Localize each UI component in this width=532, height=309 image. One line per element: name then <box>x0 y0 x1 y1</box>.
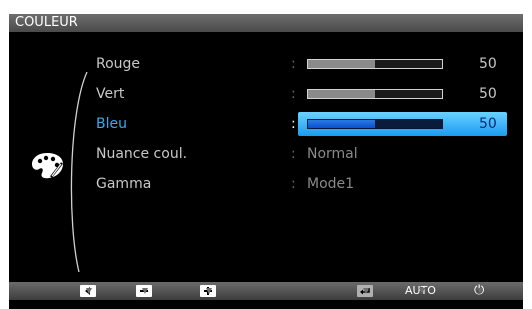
separator-colon: : <box>291 86 296 102</box>
menu-item-vert[interactable]: Vert : 50 <box>9 80 523 108</box>
menu-item-bleu[interactable]: Bleu : 50 <box>9 110 523 138</box>
slider-fill <box>308 90 375 98</box>
menu-item-label: Vert <box>96 86 125 102</box>
rouge-value: 50 <box>479 56 497 72</box>
separator-colon: : <box>291 146 296 162</box>
gamma-value: Mode1 <box>307 176 355 192</box>
vert-value: 50 <box>479 86 497 102</box>
menu-item-rouge[interactable]: Rouge : 50 <box>9 50 523 78</box>
menu-item-label: Nuance coul. <box>96 146 188 162</box>
menu-item-label: Bleu <box>96 116 127 132</box>
bleu-slider[interactable] <box>307 119 443 129</box>
button-indicator-tick <box>206 288 212 294</box>
osd-menu: COULEUR Rouge : 50 Vert : 50 Bleu : 50 N… <box>9 14 523 309</box>
button-indicator-tick <box>477 288 483 294</box>
slider-fill <box>308 120 375 128</box>
vert-slider[interactable] <box>307 89 443 99</box>
separator-colon: : <box>291 56 296 72</box>
slider-fill <box>308 60 375 68</box>
button-indicator-tick <box>142 288 148 294</box>
menu-item-label: Rouge <box>96 56 141 72</box>
button-indicator-tick <box>363 288 369 294</box>
bleu-value: 50 <box>479 116 497 132</box>
separator-colon: : <box>291 116 296 132</box>
rouge-slider[interactable] <box>307 59 443 69</box>
menu-title: COULEUR <box>9 14 523 32</box>
button-indicator-tick <box>419 288 425 294</box>
menu-item-gamma[interactable]: Gamma : Mode1 <box>9 170 523 198</box>
button-indicator-tick <box>86 288 92 294</box>
nuance-coul-value: Normal <box>307 146 358 162</box>
separator-colon: : <box>291 176 296 192</box>
menu-item-label: Gamma <box>96 176 152 192</box>
menu-item-nuance-coul[interactable]: Nuance coul. : Normal <box>9 140 523 168</box>
